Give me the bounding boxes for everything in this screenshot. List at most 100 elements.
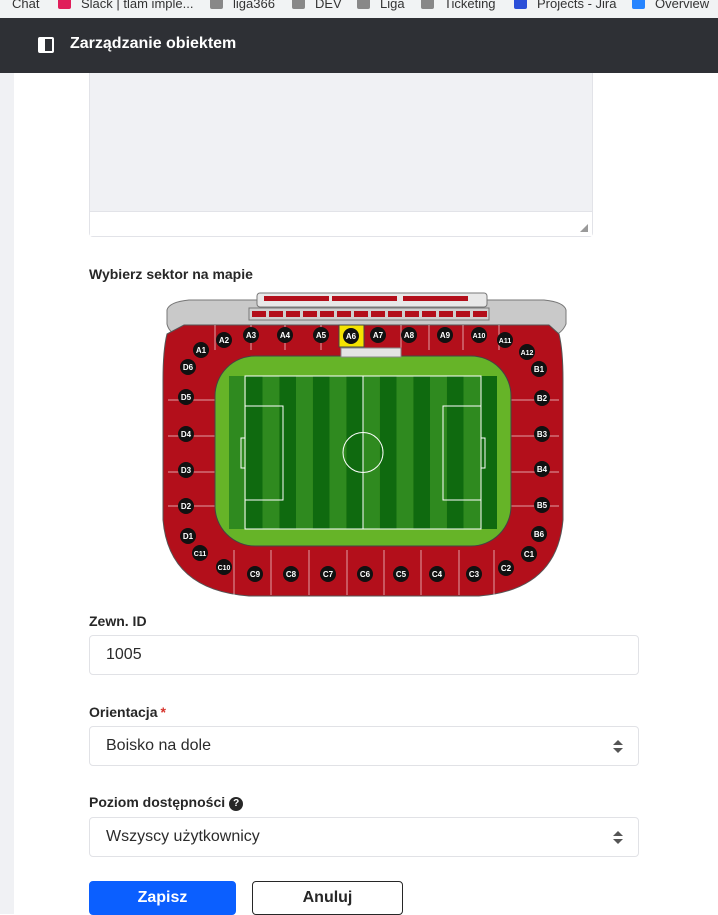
map-label: Wybierz sektor na mapie [89, 266, 253, 282]
svg-text:C7: C7 [323, 570, 334, 579]
sector-b3[interactable]: B3 [534, 426, 550, 442]
sector-b6[interactable]: B6 [531, 526, 547, 542]
help-icon[interactable]: ? [229, 797, 244, 811]
bookmark-label: Liga [380, 0, 405, 11]
svg-text:C1: C1 [524, 550, 535, 559]
svg-text:C2: C2 [501, 564, 512, 573]
svg-text:B4: B4 [537, 465, 548, 474]
sector-d4[interactable]: D4 [178, 426, 194, 442]
sector-a8[interactable]: A8 [401, 327, 417, 343]
access-value: Wszyscy użytkownicy [106, 828, 260, 845]
ext-id-input[interactable]: 1005 [89, 635, 639, 675]
bookmark-label: liga366 [233, 0, 275, 11]
sector-a2[interactable]: A2 [216, 332, 232, 348]
sector-d1[interactable]: D1 [180, 528, 196, 544]
press-row [264, 296, 329, 301]
bookmark-label: Ticketing [444, 0, 496, 11]
svg-text:D1: D1 [183, 532, 194, 541]
svg-text:B3: B3 [537, 430, 548, 439]
sector-d3[interactable]: D3 [178, 462, 194, 478]
folder-icon [421, 0, 434, 9]
svg-text:C3: C3 [469, 570, 480, 579]
sector-a9[interactable]: A9 [437, 327, 453, 343]
folder-icon [357, 0, 370, 9]
slack-icon [58, 0, 71, 9]
sector-c11[interactable]: C11 [192, 545, 208, 561]
svg-text:A7: A7 [373, 331, 384, 340]
press-row [332, 296, 397, 301]
sector-a5[interactable]: A5 [313, 327, 329, 343]
svg-text:C10: C10 [218, 565, 231, 572]
sector-c7[interactable]: C7 [320, 566, 336, 582]
bookmark-label: Projects - Jira [537, 0, 617, 11]
sector-a3[interactable]: A3 [243, 327, 259, 343]
sector-c8[interactable]: C8 [283, 566, 299, 582]
orientation-label-text: Orientacja [89, 704, 158, 720]
sector-b2[interactable]: B2 [534, 390, 550, 406]
textarea-footer [90, 211, 592, 236]
bookmark-ticketing[interactable]: Ticketing [421, 0, 496, 11]
save-button[interactable]: Zapisz [89, 881, 236, 915]
bookmark-liga366[interactable]: liga366 [210, 0, 275, 11]
svg-text:A6: A6 [346, 332, 357, 341]
sector-a4[interactable]: A4 [277, 327, 293, 343]
svg-text:A3: A3 [246, 331, 257, 340]
bookmark-label: DEV [315, 0, 342, 11]
svg-text:A2: A2 [219, 336, 230, 345]
access-select[interactable]: Wszyscy użytkownicy [89, 817, 639, 857]
svg-text:D2: D2 [181, 502, 192, 511]
sector-a10[interactable]: A10 [471, 327, 487, 343]
svg-text:A4: A4 [280, 331, 291, 340]
sector-a1[interactable]: A1 [193, 342, 209, 358]
folder-icon [292, 0, 305, 9]
left-rail [0, 73, 14, 914]
sector-a11[interactable]: A11 [497, 332, 513, 348]
svg-text:D6: D6 [183, 363, 194, 372]
sector-c6[interactable]: C6 [357, 566, 373, 582]
sidebar-toggle-icon[interactable] [38, 37, 54, 53]
orientation-select[interactable]: Boisko na dole [89, 726, 639, 766]
bookmark-jira[interactable]: Projects - Jira [514, 0, 616, 11]
folder-icon [210, 0, 223, 9]
sector-b1[interactable]: B1 [531, 361, 547, 377]
sector-a7[interactable]: A7 [370, 327, 386, 343]
cancel-button[interactable]: Anuluj [252, 881, 403, 915]
sector-c2[interactable]: C2 [498, 560, 514, 576]
bookmark-slack[interactable]: Slack | tlam imple... [58, 0, 193, 11]
bookmark-chat[interactable]: Chat [12, 0, 39, 11]
sector-b5[interactable]: B5 [534, 497, 550, 513]
overview-icon [632, 0, 645, 9]
resize-grip-icon[interactable] [580, 224, 588, 232]
description-textarea[interactable] [89, 73, 593, 237]
svg-text:A11: A11 [499, 338, 512, 345]
bookmark-dev[interactable]: DEV [292, 0, 342, 11]
sector-a12[interactable]: A12 [519, 344, 535, 360]
bookmarks-bar: Chat Slack | tlam imple... liga366 DEV L… [0, 0, 718, 18]
select-arrows-icon [613, 740, 623, 754]
sector-a6[interactable]: A6 [343, 328, 359, 344]
ext-id-label: Zewn. ID [89, 613, 147, 629]
sector-c3[interactable]: C3 [466, 566, 482, 582]
svg-text:D5: D5 [181, 393, 192, 402]
svg-text:A9: A9 [440, 331, 451, 340]
sector-b4[interactable]: B4 [534, 461, 550, 477]
svg-text:C4: C4 [432, 570, 443, 579]
required-marker: * [160, 704, 166, 720]
sector-c4[interactable]: C4 [429, 566, 445, 582]
sector-d6[interactable]: D6 [180, 359, 196, 375]
stadium-map[interactable]: A1 A2 A3 A4 A5 A6 A7 A8 A9 A10 A11 A12 B1 B2 B3 B4 B5 B6 C… [89, 290, 639, 600]
bookmark-label: Chat [12, 0, 40, 11]
sector-c5[interactable]: C5 [393, 566, 409, 582]
sector-d2[interactable]: D2 [178, 498, 194, 514]
bookmark-liga[interactable]: Liga [357, 0, 405, 11]
orientation-label: Orientacja * [89, 704, 166, 720]
bookmark-overview[interactable]: Overview [632, 0, 709, 11]
sector-c1[interactable]: C1 [521, 546, 537, 562]
sector-c9[interactable]: C9 [247, 566, 263, 582]
press-row [403, 296, 468, 301]
svg-text:A8: A8 [404, 331, 415, 340]
sector-d5[interactable]: D5 [178, 389, 194, 405]
svg-text:A10: A10 [473, 333, 486, 340]
sector-c10[interactable]: C10 [216, 559, 232, 575]
bookmark-label: Overview [655, 0, 710, 11]
